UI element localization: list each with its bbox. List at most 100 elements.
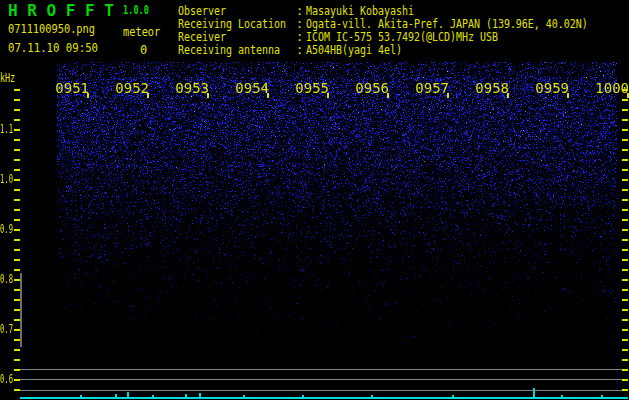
time-label: 0957 [409,80,449,96]
freq-tick-right [622,219,628,221]
freq-tick-left [14,349,20,351]
freq-tick-left [14,199,20,201]
station-row-label: Receiver [178,30,226,44]
time-label: 0956 [349,80,389,96]
signal-spike [185,394,187,397]
freq-tick-right [622,209,628,211]
freq-tick-right [622,229,628,231]
freq-label: 0.6 [0,372,13,386]
freq-tick-left [14,269,20,271]
meteor-count: 0 [140,43,147,57]
freq-tick-right [622,169,628,171]
freq-tick-right [622,269,628,271]
time-tick [567,93,569,98]
time-tick [387,93,389,98]
freq-tick-right [622,249,628,251]
time-tick [147,93,149,98]
freq-tick-right [622,359,628,361]
signal-spike [371,395,373,397]
freq-tick-right [622,339,628,341]
signal-spike [127,392,129,397]
datetime-label: 07.11.10 09:50 [8,41,98,55]
freq-tick-left [14,359,20,361]
signal-level-trace [20,397,628,399]
freq-tick-left [14,99,20,101]
freq-tick-right [622,199,628,201]
freq-tick-left [14,209,20,211]
time-label: 0955 [289,80,329,96]
station-row-value: Ogata-vill. Akita-Pref. JAPAN (139.96E, … [306,17,588,31]
station-row-label: Receiving antenna [178,43,280,57]
freq-label: 0.9 [0,222,13,236]
freq-tick-right [622,289,628,291]
time-label: 1000 [589,80,629,96]
freq-tick-right [622,139,628,141]
freq-tick-right [622,159,628,161]
freq-tick-left [14,229,20,231]
time-tick [507,93,509,98]
time-label: 0954 [229,80,269,96]
freq-tick-right [622,279,628,281]
freq-label: 1.1 [0,122,13,136]
freq-tick-left [14,169,20,171]
freq-tick-left [14,159,20,161]
freq-tick-right [622,189,628,191]
time-label: 0952 [109,80,149,96]
station-row-value: ICOM IC-575 53.7492(@LCD)MHz USB [306,30,498,44]
freq-label: 0.8 [0,272,13,286]
freq-tick-right [622,119,628,121]
time-label: 0953 [169,80,209,96]
freq-tick-right [622,349,628,351]
app-title: H R O F F T [8,1,114,20]
freq-tick-right [622,129,628,131]
signal-spike [452,395,454,397]
freq-tick-left [14,239,20,241]
signal-spike [199,393,201,397]
freq-tick-right [622,369,628,371]
freq-tick-left [14,139,20,141]
time-tick [267,93,269,98]
station-row-separator: : [296,30,303,44]
freq-tick-left [14,219,20,221]
signal-spike [80,395,82,397]
signal-spike [243,395,245,397]
freq-tick-right [622,389,628,391]
freq-tick-right [622,179,628,181]
time-tick [87,93,89,98]
station-row-separator: : [296,43,303,57]
freq-tick-right [622,239,628,241]
freq-tick-right [622,329,628,331]
level-grid-line [20,379,622,380]
signal-spike [302,395,304,397]
time-tick [207,93,209,98]
freq-tick-right [622,259,628,261]
level-grid-line [20,390,622,391]
freq-tick-right [622,379,628,381]
freq-tick-right [622,99,628,101]
freq-tick-left [14,249,20,251]
signal-spike [533,388,535,397]
freq-tick-left [14,129,20,131]
freq-tick-right [622,149,628,151]
freq-tick-left [14,149,20,151]
freq-label: 1.0 [0,172,13,186]
hrofft-window: H R O F F T 1.0.0 0711100950.png meteor … [0,0,629,400]
mode-label: meteor [123,25,160,39]
freq-tick-right [622,109,628,111]
signal-spike [115,394,117,397]
station-row-label: Receiving Location [178,17,286,31]
freq-tick-left [14,109,20,111]
station-row-separator: : [296,4,303,18]
freq-tick-left [14,189,20,191]
freq-tick-left [14,179,20,181]
time-tick [327,93,329,98]
signal-spike [601,395,603,397]
freq-tick-left [14,259,20,261]
freq-tick-left [14,119,20,121]
signal-spike [561,395,563,397]
station-row-value: A504HB(yagi 4el) [306,43,402,57]
station-row-separator: : [296,17,303,31]
freq-tick-right [622,299,628,301]
spectrogram [57,62,617,362]
app-version: 1.0.0 [123,3,149,17]
